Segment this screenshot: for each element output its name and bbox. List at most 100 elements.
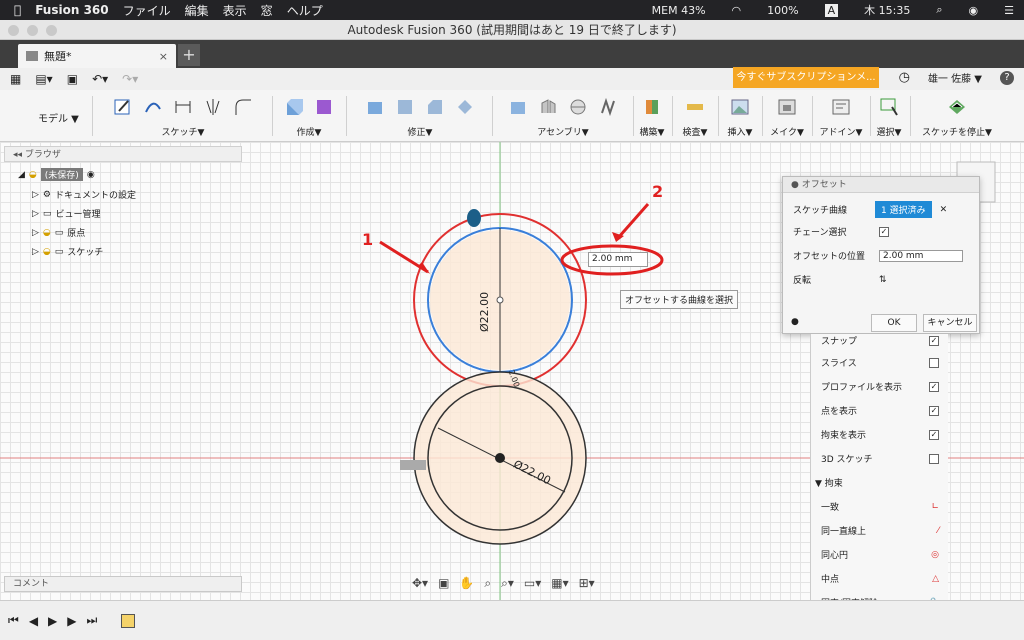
3d-print-icon[interactable] xyxy=(775,95,799,119)
form-icon[interactable] xyxy=(312,95,336,119)
select-menu[interactable]: 選択▼ xyxy=(872,125,906,138)
browser-item-views[interactable]: ▷ ▭ ビュー管理 xyxy=(32,207,100,221)
curve-selection-button[interactable]: 1 選択済み xyxy=(875,201,932,218)
zoom-button[interactable] xyxy=(46,25,57,36)
search-icon[interactable]: ⌕ xyxy=(936,3,942,17)
construct-menu[interactable]: 構築▼ xyxy=(634,125,670,138)
constraint-collinear[interactable]: 同一直線上 ⁄ xyxy=(821,524,939,538)
shell-icon[interactable] xyxy=(453,95,477,119)
undo-icon[interactable]: ↶▾ xyxy=(92,72,108,86)
inspect-menu[interactable]: 検査▼ xyxy=(674,125,716,138)
make-menu[interactable]: メイク▼ xyxy=(764,125,810,138)
orbit-icon[interactable]: ✥▾ xyxy=(412,576,428,591)
menu-view[interactable]: 表示 xyxy=(223,2,247,19)
constraints-section[interactable]: ▼ 拘束 xyxy=(815,476,933,489)
app-name[interactable]: Fusion 360 xyxy=(35,3,108,17)
browser-item-sketches[interactable]: ▷ ◒ ▭ スケッチ xyxy=(32,245,103,259)
apps-grid-icon[interactable]: ▦ xyxy=(10,72,21,86)
info-icon[interactable]: ● xyxy=(791,317,799,327)
next-icon[interactable]: ▶ xyxy=(67,614,76,628)
show-profile-checkbox[interactable]: ✓ xyxy=(929,381,939,392)
scripts-icon[interactable] xyxy=(829,95,853,119)
browser-header[interactable]: ◂◂ ブラウザ xyxy=(4,146,242,162)
new-component-icon[interactable] xyxy=(506,95,530,119)
menu-window[interactable]: 窓 xyxy=(261,2,273,19)
user-menu[interactable]: 雄一 佐藤 ▼ xyxy=(928,70,982,85)
bulb-icon[interactable]: ◒ xyxy=(43,228,51,238)
insert-image-icon[interactable] xyxy=(728,95,752,119)
fillet-icon[interactable] xyxy=(231,95,255,119)
viewports-icon[interactable]: ⊞▾ xyxy=(579,576,595,591)
wifi-icon[interactable]: ◠ xyxy=(732,4,742,17)
active-radio-icon[interactable]: ◉ xyxy=(87,170,95,180)
display-settings-icon[interactable]: ▭▾ xyxy=(524,576,541,591)
flip-icon[interactable]: ⇅ xyxy=(879,275,887,285)
browser-item-document-settings[interactable]: ▷ ⚙ ドキュメントの設定 xyxy=(32,188,136,202)
slice-checkbox[interactable] xyxy=(929,357,939,368)
snap-checkbox[interactable]: ✓ xyxy=(929,335,939,346)
dimension-icon[interactable] xyxy=(171,95,195,119)
motion-link-icon[interactable] xyxy=(596,95,620,119)
constraint-concentric[interactable]: 同心円 ◎ xyxy=(821,548,939,562)
menu-edit[interactable]: 編集 xyxy=(185,2,209,19)
stop-sketch-icon[interactable] xyxy=(945,95,969,119)
constraint-midpoint[interactable]: 中点 △ xyxy=(821,572,939,586)
subscribe-button[interactable]: 今すぐサブスクリプションメ... xyxy=(733,67,879,88)
grid-settings-icon[interactable]: ▦▾ xyxy=(551,576,568,591)
offset-dialog-title[interactable]: ● オフセット xyxy=(783,177,979,193)
as-built-joint-icon[interactable] xyxy=(566,95,590,119)
select-icon[interactable] xyxy=(877,95,901,119)
plane-icon[interactable] xyxy=(640,95,664,119)
insert-menu[interactable]: 挿入▼ xyxy=(720,125,760,138)
chain-select-checkbox[interactable]: ✓ xyxy=(879,226,889,237)
file-icon[interactable]: ▤▾ xyxy=(35,72,52,86)
browser-root[interactable]: ◢ ◒ (未保存) ◉ xyxy=(18,168,95,181)
extrude-icon[interactable] xyxy=(282,95,306,119)
close-tab-icon[interactable]: × xyxy=(159,50,168,63)
diameter-dim-top[interactable]: Ø22.00 xyxy=(478,292,491,332)
3d-sketch-checkbox[interactable] xyxy=(929,453,939,464)
menu-file[interactable]: ファイル xyxy=(123,2,171,19)
addins-menu[interactable]: アドイン▼ xyxy=(814,125,868,138)
minimize-button[interactable] xyxy=(27,25,38,36)
constraint-coincident[interactable]: 一致 ∟ xyxy=(821,500,939,514)
modify-menu[interactable]: 修正▼ xyxy=(350,125,490,138)
browser-item-origin[interactable]: ▷ ◒ ▭ 原点 xyxy=(32,226,85,240)
press-pull-icon[interactable] xyxy=(363,95,387,119)
zoom-icon[interactable]: ⌕ xyxy=(484,576,491,591)
joint-icon[interactable] xyxy=(536,95,560,119)
new-tab-button[interactable]: + xyxy=(178,44,200,66)
create-sketch-icon[interactable] xyxy=(111,95,135,119)
spline-icon[interactable] xyxy=(141,95,165,119)
close-window-button[interactable] xyxy=(8,25,19,36)
zoom-window-icon[interactable]: ⌕▾ xyxy=(501,576,514,591)
ok-button[interactable]: OK xyxy=(871,314,917,332)
assemble-menu[interactable]: アセンブリ▼ xyxy=(495,125,631,138)
chamfer-icon[interactable] xyxy=(423,95,447,119)
bulb-icon[interactable]: ◒ xyxy=(29,170,37,180)
comments-panel[interactable]: コメント xyxy=(4,576,242,592)
look-at-icon[interactable]: ▣ xyxy=(438,576,449,591)
apple-icon[interactable]:  xyxy=(14,3,21,17)
create-menu[interactable]: 作成▼ xyxy=(275,125,343,138)
history-clock-icon[interactable]: ◷ xyxy=(899,70,910,85)
clear-selection-icon[interactable]: ✕ xyxy=(940,205,948,215)
redo-icon[interactable]: ↷▾ xyxy=(122,72,138,86)
first-icon[interactable]: ⏮ xyxy=(8,613,19,628)
stop-sketch-menu[interactable]: スケッチを停止▼ xyxy=(912,125,1002,138)
show-constraints-checkbox[interactable]: ✓ xyxy=(929,429,939,440)
siri-icon[interactable]: ◉ xyxy=(969,4,979,17)
offset-value-input[interactable]: 2.00 mm xyxy=(588,252,648,267)
cancel-button[interactable]: キャンセル xyxy=(923,314,977,332)
timeline-sketch-icon[interactable] xyxy=(121,613,136,628)
workspace-switcher[interactable]: モデル ▼ xyxy=(38,110,79,125)
measure-icon[interactable] xyxy=(683,95,707,119)
pan-icon[interactable]: ✋ xyxy=(459,576,474,591)
menu-help[interactable]: ヘルプ xyxy=(287,2,323,19)
sketch-menu[interactable]: スケッチ▼ xyxy=(98,125,268,138)
menu-list-icon[interactable]: ☰ xyxy=(1004,4,1014,17)
ime-indicator[interactable]: A xyxy=(824,3,839,17)
bulb-icon[interactable]: ◒ xyxy=(43,247,51,257)
play-icon[interactable]: ▶ xyxy=(48,614,57,628)
document-tab[interactable]: 無題* × xyxy=(18,44,176,68)
